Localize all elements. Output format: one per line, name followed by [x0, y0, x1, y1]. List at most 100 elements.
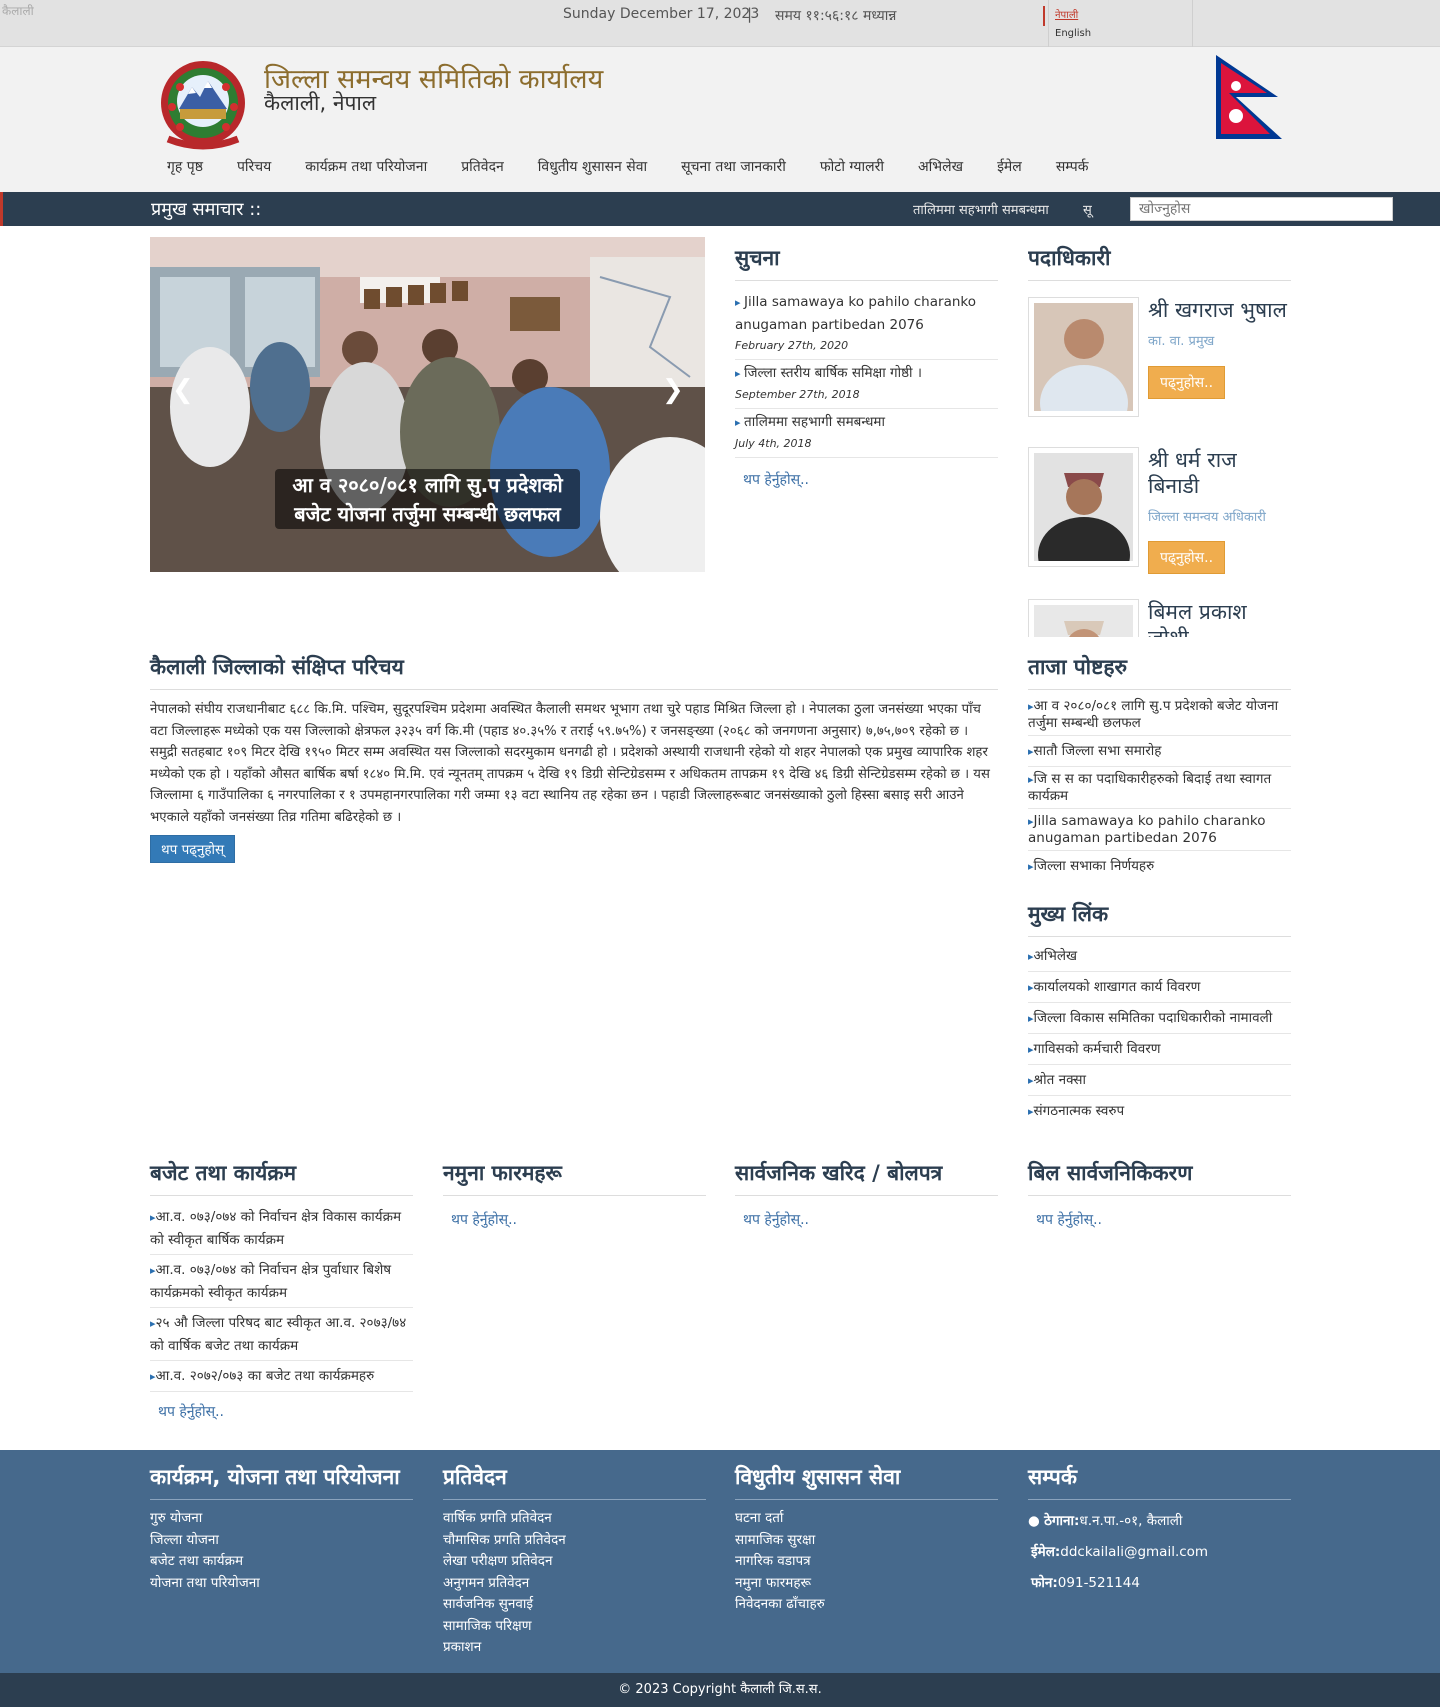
- budget-item[interactable]: आ.व. ०७३/०७४ को निर्वाचन क्षेत्र विकास क…: [150, 1202, 413, 1255]
- notice-item[interactable]: ▸ तालिममा सहभागी समबन्धमा July 4th, 2018: [735, 409, 998, 458]
- photo-slider[interactable]: ❮ ❯ आ व २०८०/०८१ लागि सु.प प्रदेशको बजेट…: [150, 237, 705, 572]
- footer-link[interactable]: नमुना फारमहरू: [735, 1573, 998, 1595]
- footer-link[interactable]: नागरिक वडापत्र: [735, 1551, 998, 1573]
- slider-next-icon[interactable]: ❯: [662, 375, 684, 405]
- notice-item[interactable]: ▸ Jilla samawaya ko pahilo charanko anug…: [735, 291, 998, 360]
- site-header: जिल्ला समन्वय समितिको कार्यालय कैलाली, न…: [0, 47, 1440, 192]
- footer-link[interactable]: सामाजिक सुरक्षा: [735, 1530, 998, 1552]
- main-link-item[interactable]: गाविसको कर्मचारी विवरण: [1028, 1034, 1291, 1065]
- official-card: श्री खगराज भुषाल का. वा. प्रमुख पढ्नुहोस…: [1028, 297, 1291, 441]
- main-link-item[interactable]: जिल्ला विकास समितिका पदाधिकारीको नामावली: [1028, 1003, 1291, 1034]
- official-read-more-button[interactable]: पढ्नुहोस..: [1148, 366, 1226, 399]
- nav-information[interactable]: सूचना तथा जानकारी: [664, 149, 803, 183]
- official-role: जिल्ला समन्वय अधिकारी: [1148, 510, 1266, 525]
- current-date: Sunday December 17, 2023: [563, 6, 760, 22]
- slider-caption: आ व २०८०/०८१ लागि सु.प प्रदेशको बजेट योज…: [275, 469, 580, 529]
- footer-egovernance-title: विधुतीय शुसासन सेवा: [735, 1463, 998, 1500]
- notice-item-date: September 27th, 2018: [735, 388, 860, 401]
- main-link-item[interactable]: कार्यालयको शाखागत कार्य विवरण: [1028, 972, 1291, 1003]
- notice-item-text[interactable]: जिल्ला स्तरीय बार्षिक समिक्षा गोष्ठी ।: [744, 365, 922, 381]
- budget-item[interactable]: आ.व. २०७२/०७३ का बजेट तथा कार्यक्रमहरु: [150, 1361, 413, 1392]
- contact-phone: फोन:091-521144: [1028, 1572, 1291, 1594]
- bills-more-link[interactable]: थप हेर्नुहोस्..: [1036, 1210, 1291, 1229]
- main-link-item[interactable]: श्रोत नक्सा: [1028, 1065, 1291, 1096]
- latest-post-item[interactable]: सातौ जिल्ला सभा समारोह: [1028, 736, 1291, 767]
- footer-link[interactable]: अनुगमन प्रतिवेदन: [443, 1573, 706, 1595]
- lang-nepali-link[interactable]: नेपाली: [1055, 7, 1078, 21]
- nepal-emblem-icon[interactable]: [150, 57, 256, 151]
- footer-link[interactable]: योजना तथा परियोजना: [150, 1573, 413, 1595]
- nav-egovernance[interactable]: विधुतीय शुसासन सेवा: [521, 149, 664, 183]
- footer-link[interactable]: बजेट तथा कार्यक्रम: [150, 1551, 413, 1573]
- main-link-item[interactable]: संगठनात्मक स्वरुप: [1028, 1096, 1291, 1126]
- footer-link[interactable]: गुरु योजना: [150, 1508, 413, 1530]
- notice-item-text[interactable]: तालिममा सहभागी समबन्धमा: [744, 414, 885, 430]
- officials-section: पदाधिकारी श्री खगराज भुषाल का. वा. प्रमु…: [1028, 244, 1291, 637]
- headline-ticker[interactable]: तालिममा सहभागी समबन्धमा सू: [883, 192, 1103, 226]
- lang-english-link[interactable]: English: [1055, 28, 1091, 39]
- footer-link[interactable]: जिल्ला योजना: [150, 1530, 413, 1552]
- footer-link[interactable]: सामाजिक परिक्षण: [443, 1616, 706, 1638]
- notice-item-text[interactable]: Jilla samawaya ko pahilo charanko anugam…: [735, 294, 976, 333]
- official-card: बिमल प्रकाश जोशी: [1028, 599, 1291, 637]
- notice-item[interactable]: ▸ जिल्ला स्तरीय बार्षिक समिक्षा गोष्ठी ।…: [735, 360, 998, 409]
- footer-programs: कार्यक्रम, योजना तथा परियोजना गुरु योजना…: [150, 1463, 413, 1594]
- budget-more-link[interactable]: थप हेर्नुहोस्..: [158, 1402, 413, 1421]
- forms-more-link[interactable]: थप हेर्नुहोस्..: [451, 1210, 706, 1229]
- nav-reports[interactable]: प्रतिवेदन: [444, 149, 521, 183]
- footer-link[interactable]: सार्वजनिक सुनवाई: [443, 1594, 706, 1616]
- footer-link[interactable]: लेखा परीक्षण प्रतिवेदन: [443, 1551, 706, 1573]
- ticker-item[interactable]: तालिममा सहभागी समबन्धमा: [913, 200, 1049, 218]
- nav-email[interactable]: ईमेल: [980, 149, 1039, 183]
- official-photo: [1028, 447, 1139, 593]
- current-time: समय ११:५६:१८ मध्यान्न: [775, 8, 897, 24]
- bills-title: बिल सार्वजनिकिकरण: [1028, 1159, 1291, 1196]
- caption-line: आ व २०८०/०८१ लागि सु.प प्रदेशको: [292, 473, 563, 497]
- main-links-title: मुख्य लिंक: [1028, 900, 1291, 937]
- email-value[interactable]: ddckailali@gmail.com: [1060, 1544, 1208, 1560]
- footer-programs-title: कार्यक्रम, योजना तथा परियोजना: [150, 1463, 413, 1500]
- search-input[interactable]: [1130, 197, 1393, 221]
- footer-link[interactable]: वार्षिक प्रगति प्रतिवेदन: [443, 1508, 706, 1530]
- headline-bar: प्रमुख समाचार :: तालिममा सहभागी समबन्धमा…: [0, 192, 1440, 226]
- budget-item[interactable]: आ.व. ०७३/०७४ को निर्वाचन क्षेत्र पुर्वाध…: [150, 1255, 413, 1308]
- latest-posts-list: आ व २०८०/०८१ लागि सु.प प्रदेशको बजेट योज…: [1028, 694, 1291, 881]
- nav-home[interactable]: गृह पृष्ठ: [150, 149, 220, 183]
- footer-contact: सम्पर्क ● ठेगाना:ध.न.पा.-०१, कैलाली ईमेल…: [1028, 1463, 1291, 1594]
- copyright-bar: © 2023 Copyright कैलाली जि.स.स.: [0, 1673, 1440, 1707]
- ticker-item[interactable]: सू: [1083, 200, 1092, 218]
- latest-posts-section: ताजा पोष्टहरु आ व २०८०/०८१ लागि सु.प प्र…: [1028, 653, 1291, 881]
- main-link-item[interactable]: अभिलेख: [1028, 941, 1291, 972]
- forms-section: नमुना फारमहरू थप हेर्नुहोस्..: [443, 1159, 706, 1229]
- latest-post-item[interactable]: Jilla samawaya ko pahilo charanko anugam…: [1028, 809, 1291, 851]
- intro-read-more-button[interactable]: थप पढ्नुहोस्: [150, 835, 236, 863]
- notice-more-link[interactable]: थप हेर्नुहोस्..: [743, 470, 998, 489]
- date-separator: |: [747, 5, 753, 23]
- nav-contact[interactable]: सम्पर्क: [1039, 149, 1106, 183]
- latest-post-item[interactable]: जिल्ला सभाका निर्णयहरु: [1028, 851, 1291, 881]
- procurement-more-link[interactable]: थप हेर्नुहोस्..: [743, 1210, 998, 1229]
- nav-photo-gallery[interactable]: फोटो ग्यालरी: [803, 149, 901, 183]
- nav-programs[interactable]: कार्यक्रम तथा परियोजना: [288, 149, 444, 183]
- footer-egovernance-list: घटना दर्ता सामाजिक सुरक्षा नागरिक वडापत्…: [735, 1508, 998, 1616]
- slider-prev-icon[interactable]: ❮: [172, 375, 194, 405]
- official-role: का. वा. प्रमुख: [1148, 334, 1215, 349]
- nav-archive[interactable]: अभिलेख: [901, 149, 980, 183]
- address-value: ध.न.पा.-०१, कैलाली: [1079, 1513, 1183, 1529]
- procurement-title: सार्वजनिक खरिद / बोलपत्र: [735, 1159, 998, 1196]
- official-photo: [1028, 297, 1139, 441]
- nav-about[interactable]: परिचय: [220, 149, 288, 183]
- budget-item[interactable]: २५ औ जिल्ला परिषद बाट स्वीकृत आ.व. २०७३/…: [150, 1308, 413, 1361]
- site-subtitle: कैलाली, नेपाल: [264, 91, 377, 115]
- latest-post-item[interactable]: आ व २०८०/०८१ लागि सु.प प्रदेशको बजेट योज…: [1028, 694, 1291, 736]
- caption-line: बजेट योजना तर्जुमा सम्बन्धी छलफल: [294, 502, 561, 526]
- footer-link[interactable]: प्रकाशन: [443, 1637, 706, 1659]
- footer-link[interactable]: चौमासिक प्रगति प्रतिवेदन: [443, 1530, 706, 1552]
- footer-link[interactable]: निवेदनका ढाँचाहरु: [735, 1594, 998, 1616]
- official-read-more-button[interactable]: पढ्नुहोस..: [1148, 541, 1226, 574]
- procurement-section: सार्वजनिक खरिद / बोलपत्र थप हेर्नुहोस्..: [735, 1159, 998, 1229]
- phone-value: 091-521144: [1057, 1575, 1140, 1591]
- footer-link[interactable]: घटना दर्ता: [735, 1508, 998, 1530]
- latest-post-item[interactable]: जि स स का पदाधिकारीहरुको बिदाई तथा स्वाग…: [1028, 767, 1291, 809]
- bills-section: बिल सार्वजनिकिकरण थप हेर्नुहोस्..: [1028, 1159, 1291, 1229]
